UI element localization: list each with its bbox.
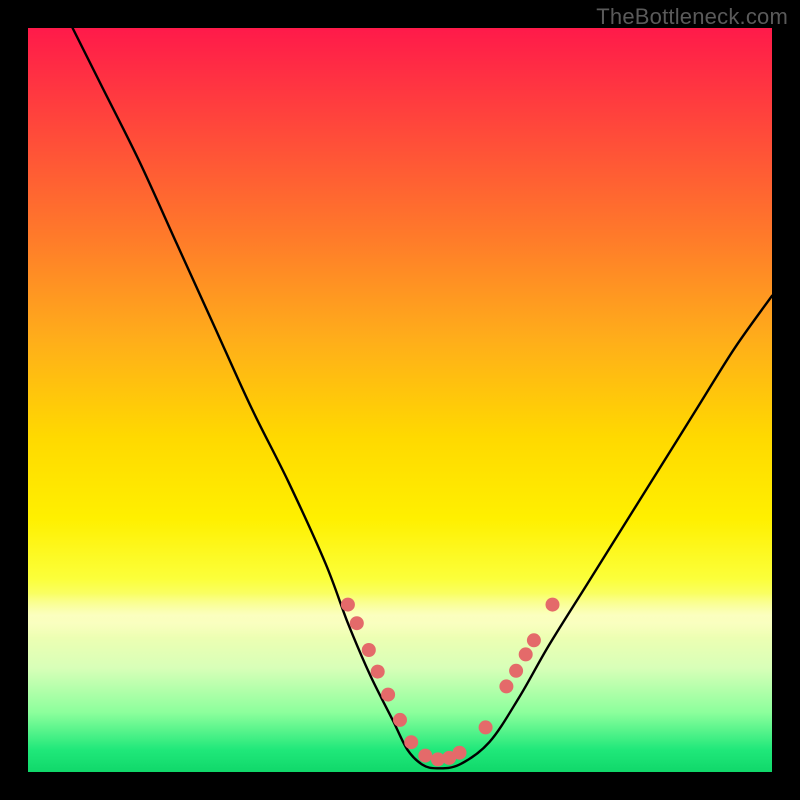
bottleneck-curve [73,28,772,768]
highlight-dot [404,735,418,749]
highlight-dot [341,598,355,612]
highlight-dot [479,720,493,734]
highlight-dot [519,647,533,661]
highlight-dot [509,664,523,678]
highlight-dot [453,746,467,760]
curve-layer [28,28,772,772]
highlight-dot [546,598,560,612]
highlight-dot [393,713,407,727]
highlight-dot [362,643,376,657]
highlight-dot [527,633,541,647]
highlight-dot [418,749,432,763]
highlight-dot [371,665,385,679]
chart-frame: TheBottleneck.com [0,0,800,800]
watermark-text: TheBottleneck.com [596,4,788,30]
highlight-dot [350,616,364,630]
plot-area [28,28,772,772]
highlight-dot [381,688,395,702]
highlight-dot [499,679,513,693]
